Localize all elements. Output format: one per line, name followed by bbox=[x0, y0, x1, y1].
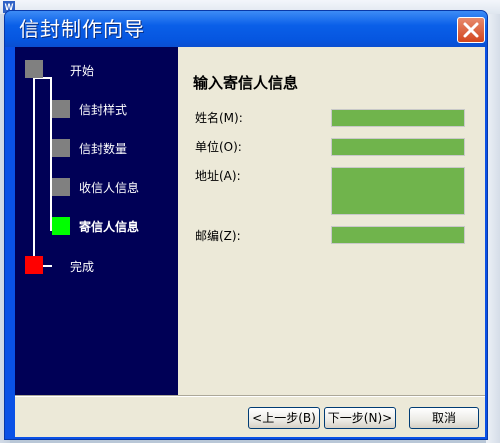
postcode-label: 邮编(Z): bbox=[195, 229, 241, 243]
postcode-input[interactable] bbox=[331, 226, 465, 244]
step-label-envelope-style: 信封样式 bbox=[79, 103, 128, 117]
wizard-step-panel: 开始 信封样式 信封数量 收信人信息 寄信人信息 完成 bbox=[15, 47, 178, 395]
background-app-right-edge bbox=[486, 14, 500, 443]
address-label: 地址(A): bbox=[195, 169, 241, 183]
dialog-client-area: 开始 信封样式 信封数量 收信人信息 寄信人信息 完成 输入寄信人信息 姓名(M… bbox=[15, 47, 485, 437]
title-bar[interactable]: 信封制作向导 bbox=[5, 11, 487, 47]
step-label-sender-info: 寄信人信息 bbox=[79, 220, 140, 234]
back-button[interactable]: <上一步(B) bbox=[248, 407, 320, 429]
next-button[interactable]: 下一步(N)> bbox=[324, 407, 396, 429]
step-label-recipient-info: 收信人信息 bbox=[79, 181, 140, 195]
close-button[interactable] bbox=[457, 17, 485, 43]
step-label-start: 开始 bbox=[70, 64, 95, 78]
close-icon bbox=[463, 22, 479, 38]
step-node-start bbox=[25, 60, 43, 78]
name-label: 姓名(M): bbox=[195, 111, 243, 125]
step-label-envelope-count: 信封数量 bbox=[79, 142, 128, 156]
cancel-button[interactable]: 取消 bbox=[409, 407, 479, 429]
step-connector-outer bbox=[33, 77, 35, 267]
organization-input[interactable] bbox=[331, 138, 465, 156]
envelope-wizard-dialog: 信封制作向导 开始 信封样式 信封数量 收信人信息 寄信人信息 完成 输入寄信人… bbox=[4, 10, 488, 440]
step-node-envelope-count bbox=[52, 139, 70, 157]
footer-separator bbox=[15, 395, 485, 397]
window-title: 信封制作向导 bbox=[19, 17, 145, 41]
step-node-sender-info bbox=[52, 217, 70, 235]
step-node-recipient-info bbox=[52, 178, 70, 196]
name-input[interactable] bbox=[331, 109, 465, 127]
organization-label: 单位(O): bbox=[195, 140, 242, 154]
step-label-finish: 完成 bbox=[70, 260, 95, 274]
address-input[interactable] bbox=[331, 167, 465, 215]
step-node-finish bbox=[25, 256, 43, 274]
step-node-envelope-style bbox=[52, 100, 70, 118]
form-heading: 输入寄信人信息 bbox=[193, 74, 299, 92]
